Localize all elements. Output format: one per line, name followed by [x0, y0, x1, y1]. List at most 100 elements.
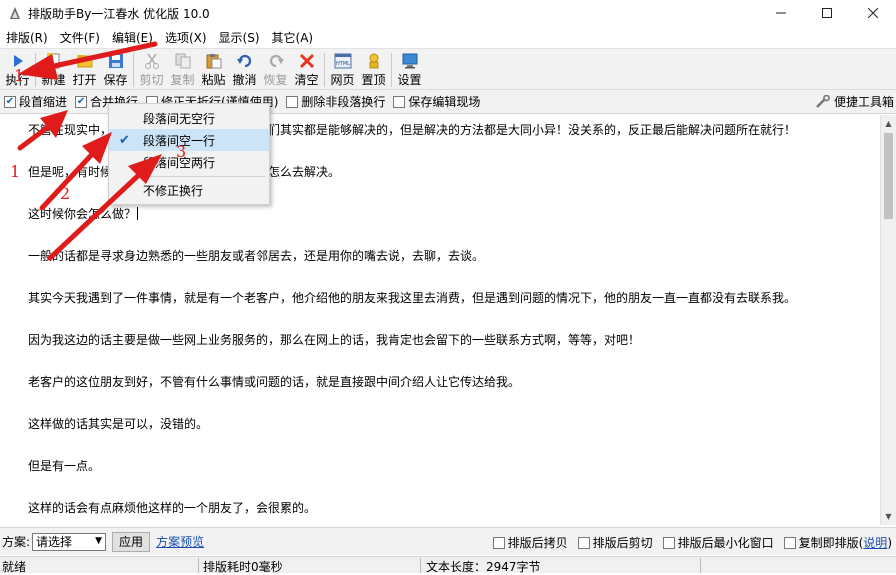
- settings-button[interactable]: 设置: [394, 49, 425, 89]
- keep-edit-state-checkbox[interactable]: 保存编辑现场: [393, 93, 480, 110]
- menu-item-no-blank-line[interactable]: 段落间无空行: [109, 107, 269, 129]
- apply-label: 应用: [119, 535, 144, 549]
- scheme-select-value: 请选择: [36, 535, 73, 549]
- copy-immediate-checkbox[interactable]: 复制即排版(: [783, 534, 864, 551]
- checkbox-box: [783, 536, 796, 549]
- paragraph-text: 这时候你会怎么做？: [28, 207, 137, 221]
- copy-after-label: 排版后拷贝: [507, 536, 568, 550]
- toolbar-separator: [35, 53, 36, 87]
- checkbox-box: [286, 95, 299, 108]
- menu-view[interactable]: 显示(S): [213, 29, 266, 46]
- menu-other[interactable]: 其它(A): [266, 29, 320, 46]
- scheme-bar: 方案: 请选择 ▼ 应用 方案预览 排版后拷贝 排版后剪切 排版后最小化窗口 复…: [0, 527, 896, 555]
- vertical-scrollbar[interactable]: ▲ ▼: [880, 115, 896, 525]
- status-time: 排版耗时0毫秒: [203, 560, 283, 574]
- delete-nonpara-checkbox[interactable]: 删除非段落换行: [286, 93, 385, 110]
- maximize-button[interactable]: [804, 0, 850, 26]
- open-folder-icon: [77, 55, 92, 68]
- menu-edit[interactable]: 编辑(E): [106, 29, 159, 46]
- cut-button[interactable]: 剪切: [136, 49, 167, 89]
- menu-item-label: 段落间无空行: [143, 111, 216, 126]
- undo-label: 撤消: [232, 73, 257, 87]
- minimize-button[interactable]: [758, 0, 804, 26]
- paragraph: 其实今天我遇到了一件事情，就是有一个老客户，他介绍他的朋友来我这里去消费，但是遇…: [28, 291, 797, 305]
- save-icon: [108, 54, 123, 68]
- copy-label: 复制: [170, 73, 195, 87]
- new-button[interactable]: 新建: [38, 49, 69, 89]
- toolbar: 执行 新建 打开 保存 剪切 复制 粘贴 撤消 恢复 清空 HTML 网页 置顶…: [0, 48, 896, 90]
- menu-options[interactable]: 选项(X): [159, 29, 213, 46]
- checkbox-box: [492, 536, 505, 549]
- annotation-number-1b: 1: [10, 162, 21, 181]
- scroll-up-icon[interactable]: ▲: [881, 115, 896, 132]
- menu-item-two-blank-lines[interactable]: 段落间空两行: [109, 151, 269, 173]
- chevron-down-icon: ▼: [95, 535, 103, 546]
- pin-top-label: 置顶: [361, 73, 386, 87]
- paste-icon: [206, 54, 221, 69]
- copy-button[interactable]: 复制: [167, 49, 198, 89]
- paragraph: 这样的话会有点麻烦他这样的一个朋友了，会很累的。: [28, 501, 317, 515]
- scheme-label: 方案:: [2, 535, 31, 549]
- menu-item-one-blank-line[interactable]: ✔ 段落间空一行: [109, 129, 269, 151]
- paragraph: 老客户的这位朋友到好，不管有什么事情或问题的话，就是直接跟中间介绍人让它传达给我…: [28, 375, 521, 389]
- paragraph: 这样做的话其实是可以，没错的。: [28, 417, 209, 431]
- scheme-preview-link[interactable]: 方案预览: [156, 533, 204, 550]
- pin-top-button[interactable]: 置顶: [358, 49, 389, 89]
- paragraph: 因为我这边的话主要是做一些网上业务服务的，那么在网上的话，我肯定也会留下的一些联…: [28, 333, 641, 347]
- svg-text:HTML: HTML: [336, 61, 350, 67]
- open-label: 打开: [72, 73, 97, 87]
- toolbar-separator: [133, 53, 134, 87]
- minimize-icon: [776, 12, 786, 14]
- undo-icon: [236, 54, 251, 68]
- help-link[interactable]: 说明: [863, 534, 887, 551]
- checkbox-box: [577, 536, 590, 549]
- close-paren: ): [887, 535, 892, 550]
- close-button[interactable]: [850, 0, 896, 26]
- status-divider: [420, 558, 421, 573]
- minimize-after-checkbox[interactable]: 排版后最小化窗口: [662, 534, 774, 551]
- settings-label: 设置: [397, 73, 422, 87]
- undo-button[interactable]: 撤消: [229, 49, 260, 89]
- annotation-number-2: 2: [60, 184, 71, 203]
- cut-icon: [144, 53, 159, 69]
- app-logo-icon: [10, 7, 20, 19]
- status-divider: [198, 558, 199, 573]
- menu-layout[interactable]: 排版(R): [0, 29, 54, 46]
- annotation-number-1: 1: [14, 66, 25, 85]
- scroll-down-icon[interactable]: ▼: [881, 508, 896, 525]
- checkbox-box: [393, 95, 406, 108]
- apply-button[interactable]: 应用: [112, 531, 151, 552]
- webpage-label: 网页: [330, 73, 355, 87]
- minimize-after-label: 排版后最小化窗口: [677, 536, 774, 550]
- maximize-icon: [822, 8, 832, 18]
- title-bar: 排版助手By一江春水 优化版 10.0: [0, 0, 896, 26]
- checkbox-box: [662, 536, 675, 549]
- save-label: 保存: [103, 73, 128, 87]
- toolbox-label: 便捷工具箱: [833, 95, 894, 109]
- status-length: 文本长度：2947字节: [426, 560, 541, 574]
- toolbox-button[interactable]: 便捷工具箱: [815, 93, 894, 110]
- redo-button[interactable]: 恢复: [260, 49, 291, 89]
- cut-after-checkbox[interactable]: 排版后剪切: [577, 534, 653, 551]
- clear-button[interactable]: 清空: [291, 49, 322, 89]
- paste-button[interactable]: 粘贴: [198, 49, 229, 89]
- menu-item-no-fix-wrap[interactable]: 不修正换行: [109, 179, 269, 201]
- cut-label: 剪切: [139, 73, 164, 87]
- copy-after-checkbox[interactable]: 排版后拷贝: [492, 534, 568, 551]
- open-button[interactable]: 打开: [69, 49, 100, 89]
- webpage-button[interactable]: HTML 网页: [327, 49, 358, 89]
- copy-immediate-label: 复制即排版(: [798, 536, 864, 550]
- merge-lines-dropdown-menu: 段落间无空行 ✔ 段落间空一行 段落间空两行 不修正换行: [108, 103, 270, 205]
- toolbar-separator: [391, 53, 392, 87]
- indent-checkbox[interactable]: ✔ 段首缩进: [4, 93, 67, 110]
- pin-icon: [369, 53, 378, 69]
- menu-file[interactable]: 文件(F): [54, 29, 106, 46]
- scheme-select[interactable]: 请选择 ▼: [32, 532, 107, 551]
- status-state: 就绪: [2, 560, 27, 574]
- clear-icon: [299, 53, 314, 69]
- text-caret: [137, 207, 139, 220]
- save-button[interactable]: 保存: [100, 49, 131, 89]
- scrollbar-thumb[interactable]: [884, 133, 893, 219]
- paste-label: 粘贴: [201, 73, 226, 87]
- checkbox-box: ✔: [4, 95, 16, 108]
